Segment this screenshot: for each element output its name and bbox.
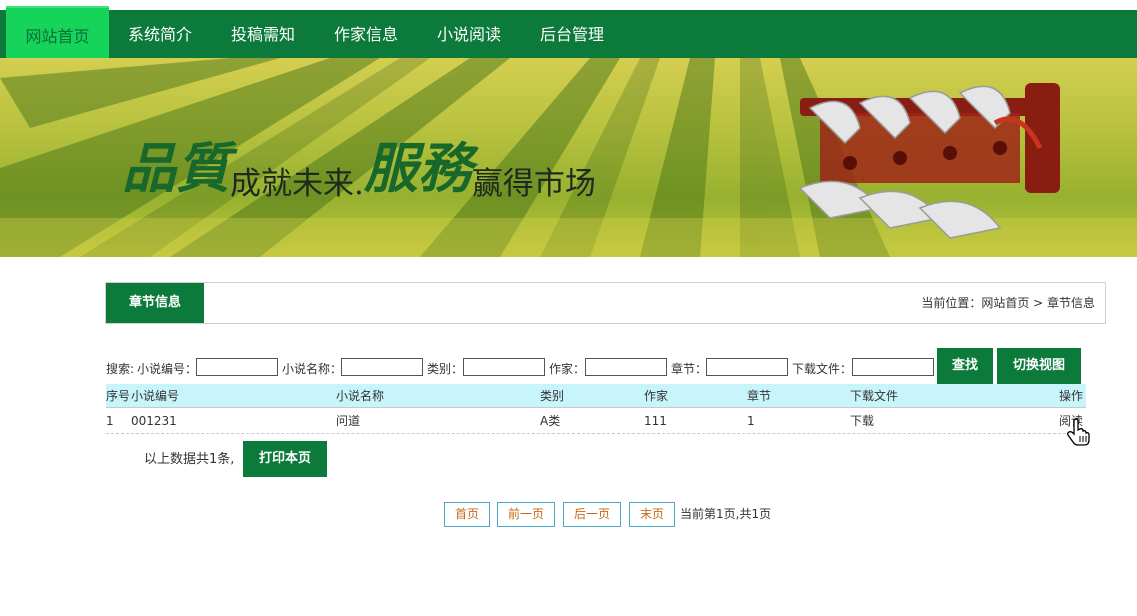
print-page-button[interactable]: 打印本页: [243, 441, 327, 477]
cell-chapter: 1: [747, 414, 755, 428]
cell-novel-name: 问道: [336, 414, 361, 428]
download-link[interactable]: 下载: [850, 408, 874, 434]
hand-cursor-icon: [1067, 418, 1090, 446]
cell-novel-no: 001231: [131, 414, 177, 428]
plough-machine-image: [798, 83, 1060, 239]
category-input[interactable]: [463, 358, 545, 376]
col-header-category: 类别: [540, 389, 565, 403]
last-page-button[interactable]: 末页: [629, 502, 675, 527]
breadcrumb: 当前位置：网站首页 > 章节信息: [921, 296, 1095, 310]
col-header-index: 序号: [106, 389, 131, 403]
chapter-table: 序号 小说编号 小说名称 类别 作家 章节 下载文件 操作 1 001231 问…: [106, 384, 1086, 434]
search-prefix-label: 搜索:: [106, 362, 135, 376]
top-nav: 网站首页 系统简介 投稿需知 作家信息 小说阅读 后台管理: [0, 6, 1137, 60]
page-info: 当前第1页,共1页: [680, 507, 772, 521]
slogan-future: 成就未来.: [230, 166, 364, 202]
novel-name-input[interactable]: [341, 358, 423, 376]
switch-view-button[interactable]: 切换视图: [997, 348, 1081, 384]
col-header-chapter: 章节: [747, 389, 772, 403]
col-header-novel-name: 小说名称: [336, 389, 385, 403]
table-row: 1 001231 问道 A类 111 1 下载 阅读: [106, 408, 1086, 434]
slogan-market: 赢得市场: [471, 166, 596, 202]
writer-input[interactable]: [585, 358, 667, 376]
col-header-download-file: 下载文件: [850, 389, 899, 403]
novel-no-label: 小说编号：: [137, 362, 198, 376]
slogan-quality: 品質: [122, 136, 230, 200]
col-header-novel-no: 小说编号: [131, 389, 180, 403]
nav-item-admin[interactable]: 后台管理: [526, 10, 618, 58]
prev-page-button[interactable]: 前一页: [497, 502, 555, 527]
slogan-service: 服務: [363, 136, 472, 200]
col-header-writer: 作家: [644, 389, 669, 403]
cell-category: A类: [540, 414, 561, 428]
cell-writer: 111: [644, 414, 667, 428]
slogan: 品質成就未来.服務赢得市场: [122, 124, 596, 202]
writer-label: 作家：: [549, 362, 586, 376]
next-page-button[interactable]: 后一页: [563, 502, 621, 527]
search-button[interactable]: 查找: [937, 348, 993, 384]
first-page-button[interactable]: 首页: [444, 502, 490, 527]
nav-item-writer-info[interactable]: 作家信息: [320, 10, 412, 58]
chapter-input[interactable]: [706, 358, 788, 376]
nav-item-system-intro[interactable]: 系统简介: [114, 10, 206, 58]
panel-header: 章节信息 当前位置：网站首页 > 章节信息: [105, 282, 1106, 324]
download-file-input[interactable]: [852, 358, 934, 376]
record-summary: 以上数据共1条,: [144, 452, 235, 467]
category-label: 类别：: [427, 362, 464, 376]
tab-chapter-info[interactable]: 章节信息: [106, 283, 204, 323]
cell-index: 1: [106, 414, 114, 428]
nav-item-novel-reading[interactable]: 小说阅读: [423, 10, 515, 58]
novel-name-label: 小说名称：: [282, 362, 343, 376]
nav-item-home[interactable]: 网站首页: [6, 6, 109, 60]
col-header-action: 操作: [1059, 389, 1084, 403]
chapter-label: 章节：: [671, 362, 708, 376]
novel-no-input[interactable]: [196, 358, 278, 376]
download-file-label: 下载文件：: [792, 362, 853, 376]
search-bar: 搜索: 小说编号： 小说名称： 类别： 作家： 章节： 下载文件： 查找 切换视…: [106, 348, 1096, 384]
nav-item-submission-notes[interactable]: 投稿需知: [217, 10, 309, 58]
table-header: 序号 小说编号 小说名称 类别 作家 章节 下载文件 操作: [106, 384, 1086, 408]
banner: 品質成就未来.服務赢得市场: [0, 58, 1137, 257]
